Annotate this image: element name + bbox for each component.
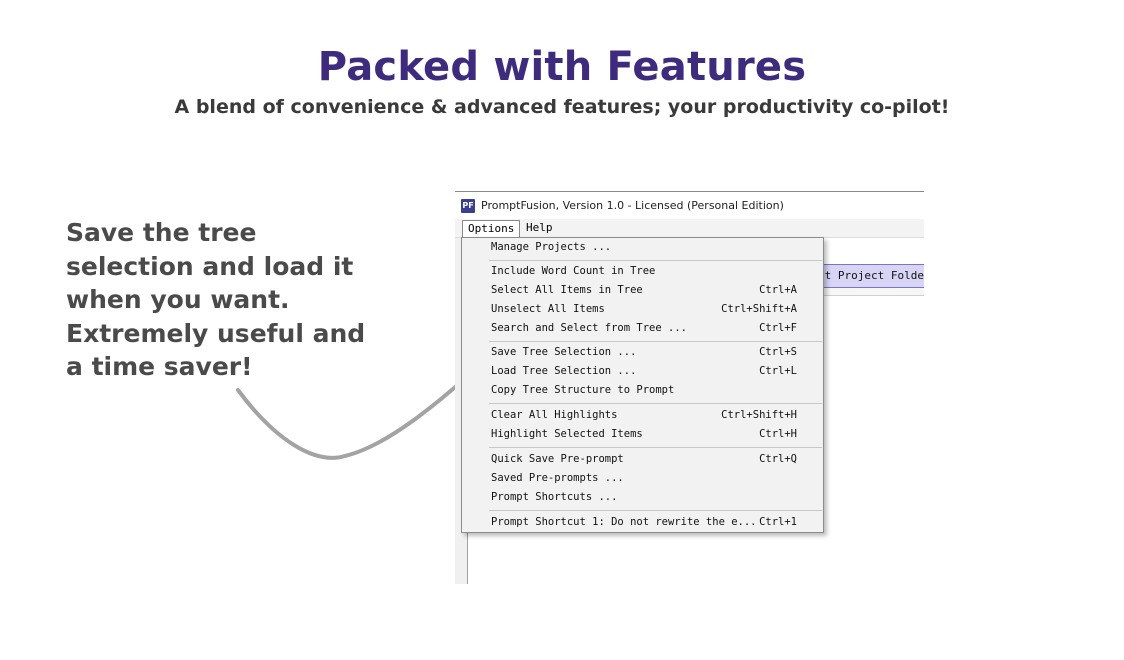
menu-item-label: Quick Save Pre-prompt (491, 453, 624, 465)
menu-item-shortcut: Ctrl+1 (759, 516, 797, 528)
menu-item-label: Search and Select from Tree ... (491, 322, 687, 334)
menu-item-prompt-shortcut-1[interactable]: Prompt Shortcut 1: Do not rewrite the e.… (462, 513, 823, 532)
menu-item-label: Include Word Count in Tree (491, 265, 656, 277)
menu-item-unselect-all[interactable]: Unselect All Items Ctrl+Shift+A (462, 300, 823, 319)
menu-item-shortcut: Ctrl+Q (759, 453, 797, 465)
menu-item-copy-tree-structure[interactable]: Copy Tree Structure to Prompt (462, 381, 823, 400)
menu-item-highlight-selected[interactable]: Highlight Selected Items Ctrl+H (462, 425, 823, 444)
page-subtitle: A blend of convenience & advanced featur… (174, 96, 950, 118)
app-window-screenshot: PF PromptFusion, Version 1.0 - Licensed … (455, 191, 924, 584)
menu-item-label: Unselect All Items (491, 303, 605, 315)
menu-item-clear-highlights[interactable]: Clear All Highlights Ctrl+Shift+H (462, 406, 823, 425)
menu-item-shortcut: Ctrl+S (759, 346, 797, 358)
menu-item-shortcut: Ctrl+L (759, 365, 797, 377)
feature-callout: Save the tree selection and load it when… (66, 216, 366, 384)
menu-item-search-select[interactable]: Search and Select from Tree ... Ctrl+F (462, 319, 823, 338)
window-title: PromptFusion, Version 1.0 - Licensed (Pe… (481, 199, 784, 212)
callout-line: selection and load it (66, 251, 354, 281)
menu-item-save-tree-selection[interactable]: Save Tree Selection ... Ctrl+S (462, 343, 823, 362)
menu-item-shortcut: Ctrl+Shift+A (721, 303, 797, 315)
menu-item-shortcut: Ctrl+H (759, 428, 797, 440)
select-project-folder-button[interactable]: ct Project Folder (815, 264, 924, 288)
options-dropdown-menu: Manage Projects ... Include Word Count i… (461, 237, 824, 533)
callout-line: when you want. (66, 285, 290, 314)
menu-help[interactable]: Help (521, 220, 558, 237)
window-titlebar: PF PromptFusion, Version 1.0 - Licensed … (455, 192, 924, 219)
menu-item-label: Highlight Selected Items (491, 428, 643, 440)
menu-item-load-tree-selection[interactable]: Load Tree Selection ... Ctrl+L (462, 362, 823, 381)
menu-item-saved-preprompts[interactable]: Saved Pre-prompts ... (462, 469, 823, 488)
menu-item-manage-projects[interactable]: Manage Projects ... (462, 238, 823, 257)
menu-item-label: Prompt Shortcuts ... (491, 491, 618, 503)
menu-item-label: Prompt Shortcut 1: Do not rewrite the e.… (491, 516, 757, 528)
page-title: Packed with Features (317, 44, 807, 90)
menu-item-label: Clear All Highlights (491, 409, 618, 421)
promptfusion-logo-icon: PF (461, 198, 475, 213)
menu-item-shortcut: Ctrl+F (759, 322, 797, 334)
menu-item-shortcut: Ctrl+Shift+H (721, 409, 797, 421)
menu-item-label: Select All Items in Tree (491, 284, 643, 296)
menu-bar: Options Help (455, 219, 924, 238)
callout-line: Extremely useful and (66, 318, 366, 348)
menu-item-label: Load Tree Selection ... (491, 365, 637, 377)
menu-item-select-all[interactable]: Select All Items in Tree Ctrl+A (462, 281, 823, 300)
menu-item-quick-save-preprompt[interactable]: Quick Save Pre-prompt Ctrl+Q (462, 450, 823, 469)
menu-item-label: Saved Pre-prompts ... (491, 472, 624, 484)
menu-item-label: Copy Tree Structure to Prompt (491, 384, 675, 396)
menu-item-prompt-shortcuts[interactable]: Prompt Shortcuts ... (462, 488, 823, 507)
menu-item-label: Manage Projects ... (491, 241, 612, 253)
menu-item-label: Save Tree Selection ... (491, 346, 637, 358)
callout-line: a time saver! (66, 352, 253, 381)
menu-options[interactable]: Options (462, 220, 521, 237)
callout-line: Save the tree (66, 218, 257, 247)
menu-item-shortcut: Ctrl+A (759, 284, 797, 296)
menu-item-include-word-count[interactable]: Include Word Count in Tree (462, 262, 823, 281)
